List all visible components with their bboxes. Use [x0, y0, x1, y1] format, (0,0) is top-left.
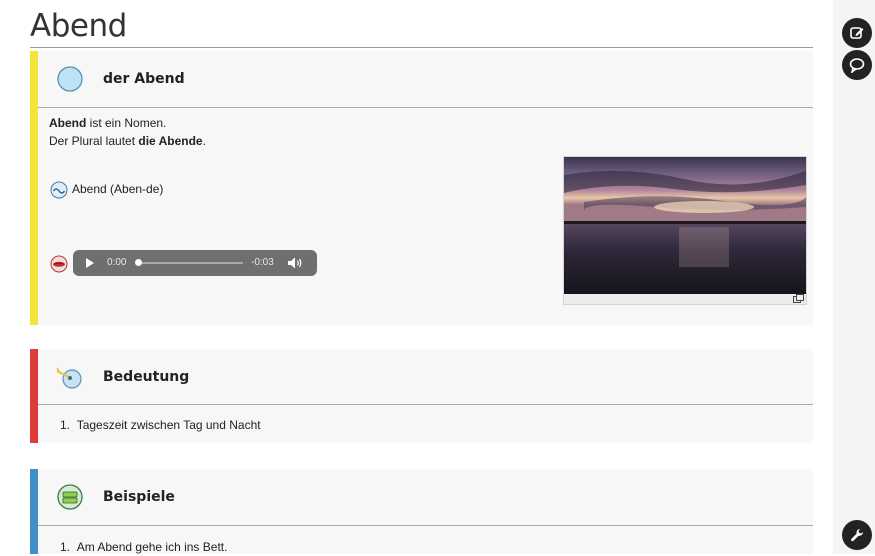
section-color-bar	[30, 349, 38, 443]
nomen-word: Abend	[49, 116, 87, 130]
list-text: Am Abend gehe ich ins Bett.	[76, 540, 228, 554]
audio-player[interactable]: 0:00 -0:03	[73, 250, 317, 276]
sunset-photo[interactable]	[564, 157, 806, 294]
plural-suffix: .	[202, 134, 206, 148]
right-sidebar	[833, 0, 875, 554]
list-item: 1. Tageszeit zwischen Tag und Nacht	[60, 416, 261, 434]
section-header: Bedeutung	[38, 349, 813, 407]
section-divider	[38, 525, 813, 526]
image-frame	[563, 156, 807, 305]
section-header: der Abend	[38, 51, 813, 109]
plural-word: die Abende	[138, 134, 203, 148]
nomen-text: ist ein Nomen.	[86, 116, 167, 130]
plural-prefix: Der Plural lautet	[49, 134, 139, 148]
play-icon[interactable]	[85, 257, 95, 269]
section-title: Bedeutung	[103, 369, 190, 385]
examples-section: Beispiele 1. Am Abend gehe ich ins Bett.	[30, 469, 813, 554]
edit-button[interactable]	[842, 18, 872, 48]
audio-progress-handle[interactable]	[135, 259, 142, 266]
section-title: der Abend	[103, 71, 185, 87]
list-item: 1. Am Abend gehe ich ins Bett.	[60, 538, 227, 556]
section-title: Beispiele	[103, 489, 175, 505]
audio-progress-track[interactable]	[139, 262, 243, 264]
circle-icon	[57, 66, 83, 92]
section-header: Beispiele	[38, 469, 813, 527]
comment-icon	[849, 58, 865, 73]
tools-button[interactable]	[842, 520, 872, 550]
list-text: Tageszeit zwischen Tag und Nacht	[76, 418, 261, 432]
meaning-icon	[56, 367, 82, 389]
audio-current-time: 0:00	[107, 257, 127, 268]
plural-line: Der Plural lautet die Abende.	[49, 132, 206, 150]
list-number: 1.	[60, 418, 71, 432]
expand-icon[interactable]	[793, 294, 804, 303]
edit-icon	[850, 27, 864, 39]
syllables-text: Abend (Aben-de)	[72, 182, 164, 196]
nomen-line: Abend ist ein Nomen.	[49, 114, 166, 132]
section-divider	[38, 404, 813, 405]
section-color-bar	[30, 51, 38, 325]
title-divider	[30, 47, 813, 48]
page-title: Abend	[30, 8, 127, 44]
syllable-icon	[50, 181, 68, 199]
meaning-section: Bedeutung 1. Tageszeit zwischen Tag und …	[30, 349, 813, 443]
volume-icon[interactable]	[287, 256, 305, 270]
audio-remaining-time: -0:03	[251, 257, 274, 268]
examples-icon	[57, 484, 83, 510]
wrench-icon	[851, 529, 864, 542]
section-color-bar	[30, 469, 38, 554]
pronunciation-icon	[50, 255, 68, 273]
comment-button[interactable]	[842, 50, 872, 80]
list-number: 1.	[60, 540, 71, 554]
section-divider	[38, 107, 813, 108]
